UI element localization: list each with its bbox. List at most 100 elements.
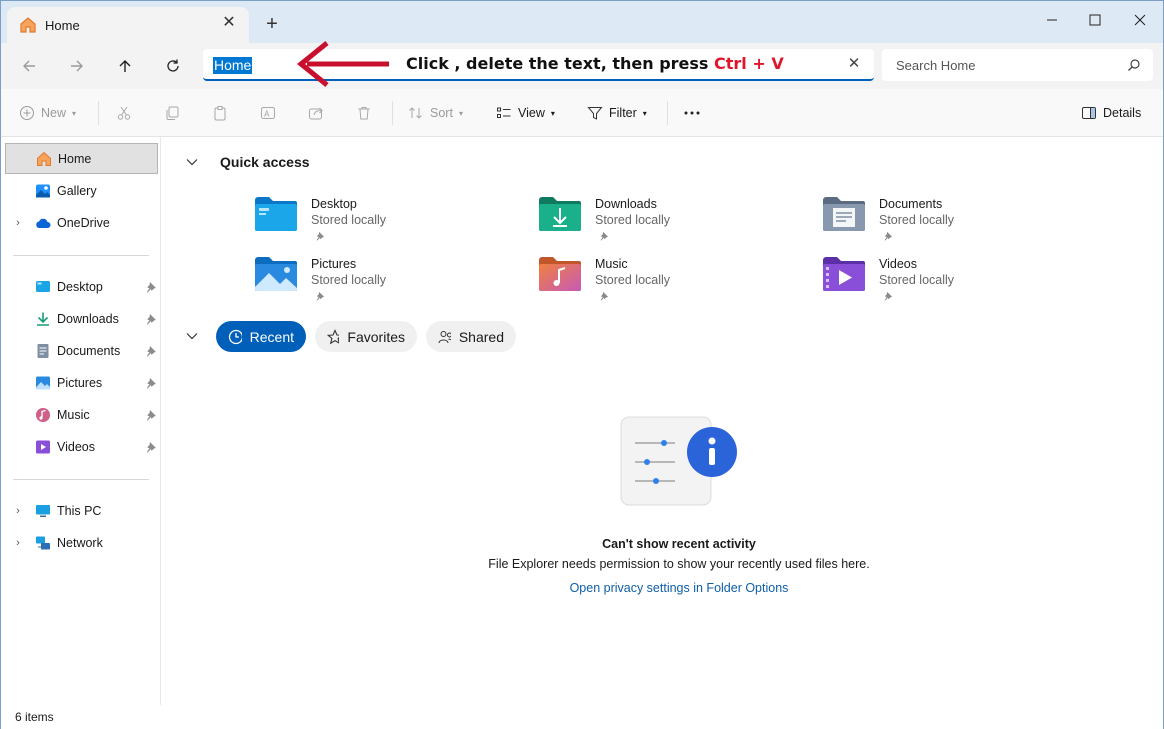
pictures-icon	[36, 376, 50, 389]
maximize-icon	[1089, 14, 1101, 26]
sort-icon	[409, 107, 422, 119]
status-bar: 6 items	[1, 705, 1163, 729]
minimize-icon	[1047, 19, 1057, 21]
desktop-folder-icon	[255, 197, 297, 231]
chevron-right-icon[interactable]: ›	[13, 537, 23, 549]
pin-icon[interactable]	[145, 409, 157, 421]
search-input[interactable]: Search Home	[896, 58, 975, 73]
sidebar-item-label: Gallery	[57, 183, 97, 198]
tab-home[interactable]: Home ✕	[7, 7, 249, 43]
forward-button[interactable]	[63, 53, 91, 79]
sidebar-item-onedrive[interactable]: › OneDrive	[5, 207, 158, 238]
copy-button[interactable]	[164, 103, 180, 123]
privacy-settings-link[interactable]: Open privacy settings in Folder Options	[161, 581, 1164, 595]
title-bar: Home ✕ +	[1, 1, 1163, 43]
tab-recent-label: Recent	[249, 328, 294, 345]
sidebar-item-gallery[interactable]: Gallery	[5, 175, 158, 206]
view-label: View	[518, 106, 545, 120]
pin-icon	[316, 291, 325, 301]
search-icon	[1128, 59, 1140, 71]
new-button[interactable]: New ▾	[19, 103, 76, 123]
item-count: 6 items	[15, 710, 54, 724]
clock-icon	[228, 329, 242, 344]
quick-access-music[interactable]: Music Stored locally	[538, 255, 798, 311]
close-window-button[interactable]	[1117, 5, 1163, 35]
minimize-button[interactable]	[1029, 5, 1075, 35]
trash-icon	[358, 107, 370, 120]
chevron-down-icon: ▾	[458, 108, 463, 118]
sidebar-item-label: Home	[58, 151, 92, 166]
tab-favorites-label: Favorites	[347, 328, 405, 345]
chevron-right-icon[interactable]: ›	[13, 505, 23, 517]
sidebar-divider	[13, 479, 149, 480]
gallery-icon	[36, 184, 50, 197]
pin-icon[interactable]	[145, 377, 157, 389]
close-tab-icon[interactable]: ✕	[221, 15, 237, 31]
navigation-pane: Home Gallery › OneDrive Desktop Download…	[1, 137, 161, 705]
cut-button[interactable]	[116, 103, 132, 123]
sidebar-item-home[interactable]: Home	[5, 143, 158, 174]
chevron-down-icon[interactable]	[185, 329, 199, 343]
refresh-button[interactable]	[159, 53, 187, 79]
cloud-icon	[36, 218, 51, 228]
download-icon	[37, 312, 49, 326]
plus-icon[interactable]: +	[263, 14, 281, 34]
up-button[interactable]	[111, 53, 139, 79]
folder-name: Desktop	[311, 197, 357, 211]
more-options-button[interactable]	[683, 103, 701, 123]
sidebar-item-label: Downloads	[57, 311, 119, 326]
sidebar-item-videos[interactable]: Videos	[5, 431, 158, 462]
delete-button[interactable]	[356, 103, 372, 123]
quick-access-documents[interactable]: Documents Stored locally	[822, 195, 1082, 251]
desktop-icon	[36, 280, 50, 292]
share-button[interactable]	[308, 103, 324, 123]
paste-button[interactable]	[212, 103, 228, 123]
tab-shared-label: Shared	[458, 328, 504, 345]
annotation-instruction: Click , delete the text, then press Ctrl…	[406, 54, 784, 73]
filter-button[interactable]: Filter ▾	[587, 103, 647, 123]
tab-recent[interactable]: Recent	[216, 321, 306, 352]
sidebar-item-pictures[interactable]: Pictures	[5, 367, 158, 398]
music-folder-icon	[539, 257, 581, 291]
sidebar-item-music[interactable]: Music	[5, 399, 158, 430]
filter-label: Filter	[609, 106, 637, 120]
address-input[interactable]: Home	[213, 57, 253, 74]
details-button[interactable]: Details	[1081, 103, 1141, 123]
music-icon	[36, 407, 50, 422]
search-box[interactable]: Search Home	[882, 49, 1153, 81]
sidebar-item-desktop[interactable]: Desktop	[5, 271, 158, 302]
pin-icon[interactable]	[145, 345, 157, 357]
quick-access-desktop[interactable]: Desktop Stored locally	[254, 195, 514, 251]
sidebar-item-network[interactable]: › Network	[5, 527, 158, 558]
view-button[interactable]: View ▾	[496, 103, 555, 123]
sidebar-item-this-pc[interactable]: › This PC	[5, 495, 158, 526]
tab-shared[interactable]: Shared	[426, 321, 516, 352]
back-button[interactable]	[15, 53, 43, 79]
divider	[98, 101, 99, 125]
maximize-button[interactable]	[1072, 5, 1118, 35]
filter-icon	[587, 107, 603, 120]
chevron-right-icon[interactable]: ›	[13, 217, 23, 229]
folder-location: Stored locally	[311, 273, 387, 287]
quick-access-videos[interactable]: Videos Stored locally	[822, 255, 1082, 311]
quick-access-downloads[interactable]: Downloads Stored locally	[538, 195, 798, 251]
details-label: Details	[1103, 106, 1142, 120]
sort-button[interactable]: Sort ▾	[408, 103, 463, 123]
ellipsis-icon	[684, 111, 700, 115]
pin-icon[interactable]	[145, 281, 157, 293]
sidebar-item-documents[interactable]: Documents	[5, 335, 158, 366]
folder-name: Pictures	[311, 257, 357, 271]
command-bar: New ▾ A Sort ▾ View ▾ Filter ▾ Details	[1, 89, 1163, 137]
pin-icon[interactable]	[145, 441, 157, 453]
chevron-down-icon[interactable]	[185, 155, 199, 169]
tab-favorites[interactable]: Favorites	[315, 321, 417, 352]
clear-address-icon[interactable]: ✕	[846, 56, 862, 72]
new-label: New	[41, 106, 67, 120]
sidebar-item-downloads[interactable]: Downloads	[5, 303, 158, 334]
quick-access-pictures[interactable]: Pictures Stored locally	[254, 255, 514, 311]
file-explorer-window: Home ✕ + Home ✕ Search Home Click , dele…	[0, 0, 1164, 729]
rename-button[interactable]: A	[260, 103, 276, 123]
pin-icon[interactable]	[145, 313, 157, 325]
folder-location: Stored locally	[311, 213, 387, 227]
clipboard-icon	[214, 106, 226, 121]
